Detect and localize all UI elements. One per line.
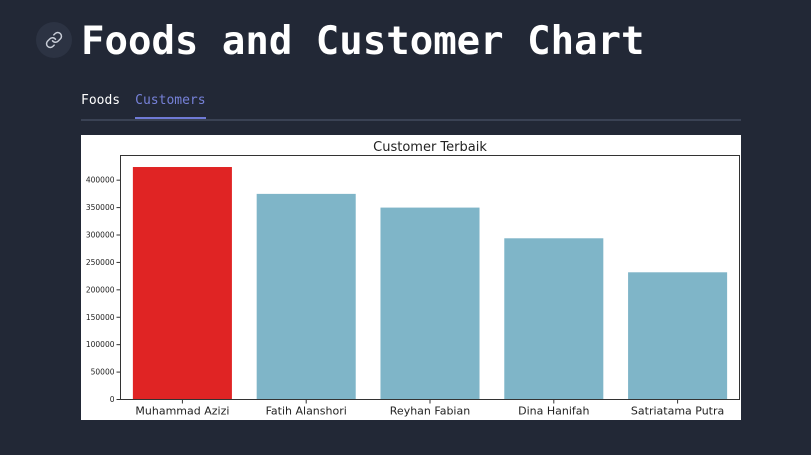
tab-customers[interactable]: Customers [135, 88, 207, 119]
x-tick-label: Satriatama Putra [631, 405, 724, 418]
y-tick-label: 100000 [86, 340, 115, 349]
bar-dina-hanifah [504, 238, 604, 400]
link-icon-button[interactable] [36, 22, 72, 58]
y-tick-label: 300000 [86, 231, 115, 240]
y-tick-label: 200000 [86, 285, 115, 294]
page-title: Foods and Customer Chart [81, 19, 645, 64]
bar-muhammad-azizi [132, 167, 232, 400]
x-tick-label: Reyhan Fabian [390, 405, 470, 418]
customer-bar-chart: Customer Terbaik 0 50000 100000 150000 20000… [86, 140, 740, 418]
chart-panel: Customer Terbaik 0 50000 100000 150000 20000… [81, 135, 741, 420]
y-tick-label: 250000 [86, 258, 115, 267]
x-tick-label: Fatih Alanshori [266, 405, 347, 418]
bar-fatih-alanshori [256, 193, 356, 400]
x-tick-label: Muhammad Azizi [135, 405, 229, 418]
y-tick-label: 50000 [91, 368, 115, 377]
chart-title: Customer Terbaik [373, 140, 487, 155]
link-icon [45, 31, 63, 49]
y-tick-label: 0 [110, 395, 115, 404]
tab-foods[interactable]: Foods [81, 88, 120, 117]
y-tick-label: 150000 [86, 313, 115, 322]
tab-bar: Foods Customers [81, 88, 741, 121]
y-tick-label: 350000 [86, 203, 115, 212]
bar-reyhan-fabian [380, 207, 480, 400]
bar-satriatama-putra [628, 272, 728, 400]
y-tick-label: 400000 [86, 176, 115, 185]
x-tick-label: Dina Hanifah [518, 405, 589, 418]
